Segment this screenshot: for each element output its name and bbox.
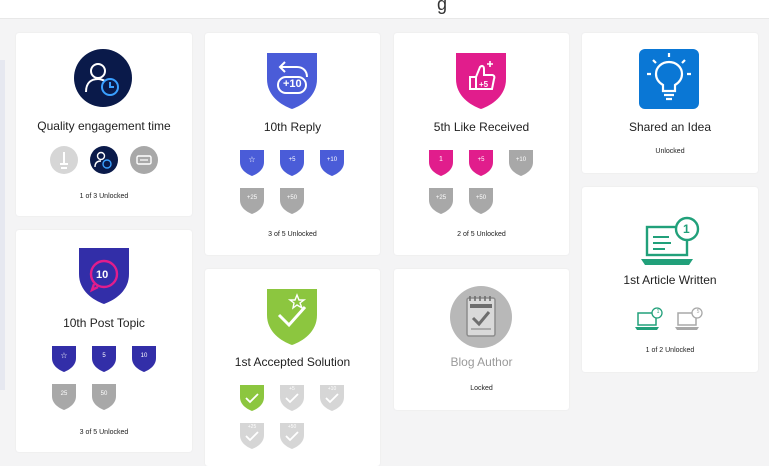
- reply-mini-label: +10: [326, 157, 338, 163]
- post-mini-label: 10: [140, 353, 148, 359]
- badge-card-5th-like[interactable]: +5 5th Like Received 1 +5 +10 +25 +50 2 …: [394, 33, 569, 255]
- navy-user-clock-icon: [90, 146, 118, 176]
- badge-title: Blog Author: [450, 355, 513, 369]
- post-mini-label: 50: [100, 391, 108, 397]
- badge-card-accepted-solution[interactable]: 1st Accepted Solution +5 +10 +25 +50: [205, 269, 380, 466]
- badge-title: 1st Article Written: [623, 273, 717, 287]
- like-mini-label: +25: [435, 195, 447, 201]
- page-title-fragment: g: [437, 0, 448, 14]
- reply-shield-label: +10: [283, 78, 302, 90]
- post-mini-label: 5: [102, 353, 106, 359]
- post-shield-label: 10: [96, 269, 109, 281]
- badge-status: Unlocked: [655, 148, 685, 155]
- badge-status: 2 of 5 Unlocked: [457, 231, 506, 238]
- badge-card-10th-reply[interactable]: +10 10th Reply ☆ +5 +10 +25 +50 3 of 5 U…: [205, 33, 380, 255]
- like-mini-label: +10: [515, 157, 527, 163]
- solution-mini-icon: [238, 383, 266, 413]
- badge-status: 3 of 5 Unlocked: [79, 429, 129, 436]
- badge-title: 1st Accepted Solution: [234, 355, 351, 369]
- badge-title: Shared an Idea: [628, 120, 712, 134]
- badge-status: Locked: [470, 385, 493, 392]
- article-mini-label: 1: [656, 309, 660, 315]
- solution-mini-label: +5: [289, 386, 295, 392]
- check-shield-icon: [263, 285, 321, 347]
- badge-card-1st-article[interactable]: 1 1st Article Written 1 5 1 of 2 Unlocke…: [582, 187, 758, 372]
- badge-status: 3 of 5 Unlocked: [268, 231, 317, 238]
- reply-mini-label: ☆: [248, 155, 256, 164]
- lightbulb-icon: [639, 49, 699, 109]
- solution-mini-label: +10: [327, 386, 337, 392]
- reply-mini-label: +25: [246, 195, 258, 201]
- grey-medal-icon: [50, 146, 78, 176]
- reply-mini-label: +50: [286, 195, 298, 201]
- solution-mini-label: +50: [287, 424, 297, 430]
- like-mini-label: 1: [439, 156, 443, 163]
- badge-status: 1 of 3 Unlocked: [79, 193, 129, 200]
- badge-title: Quality engagement time: [37, 119, 171, 133]
- badge-card-shared-idea[interactable]: Shared an Idea Unlocked: [582, 33, 758, 173]
- top-bar: g: [0, 0, 769, 19]
- badge-card-10th-post[interactable]: 10 10th Post Topic ☆ 5 10 25 50 3 of 5 U…: [16, 230, 192, 452]
- post-mini-label: ☆: [60, 351, 68, 360]
- like-shield-label: +5: [479, 80, 489, 89]
- user-clock-icon: [74, 49, 132, 107]
- notepad-icon: [450, 286, 512, 348]
- badge-title: 10th Post Topic: [63, 316, 145, 330]
- left-edge-strip: [0, 60, 5, 390]
- solution-mini-label: +25: [247, 424, 257, 430]
- badge-status: 1 of 2 Unlocked: [645, 347, 695, 354]
- post-mini-label: 25: [60, 391, 68, 397]
- badge-title: 5th Like Received: [433, 120, 530, 134]
- grey-ticket-icon: [130, 146, 158, 176]
- reply-mini-label: +5: [288, 157, 296, 163]
- like-mini-label: +50: [475, 195, 487, 201]
- laptop-icon: [637, 215, 703, 271]
- badge-title: 10th Reply: [263, 120, 322, 134]
- badge-card-blog-author[interactable]: Blog Author Locked: [394, 269, 569, 410]
- article-mini-label: 5: [696, 309, 700, 315]
- like-mini-label: +5: [477, 157, 485, 163]
- laptop-number-label: 1: [683, 222, 690, 236]
- badge-card-quality-engagement[interactable]: Quality engagement time 1 of 3 Unlocked: [16, 33, 192, 216]
